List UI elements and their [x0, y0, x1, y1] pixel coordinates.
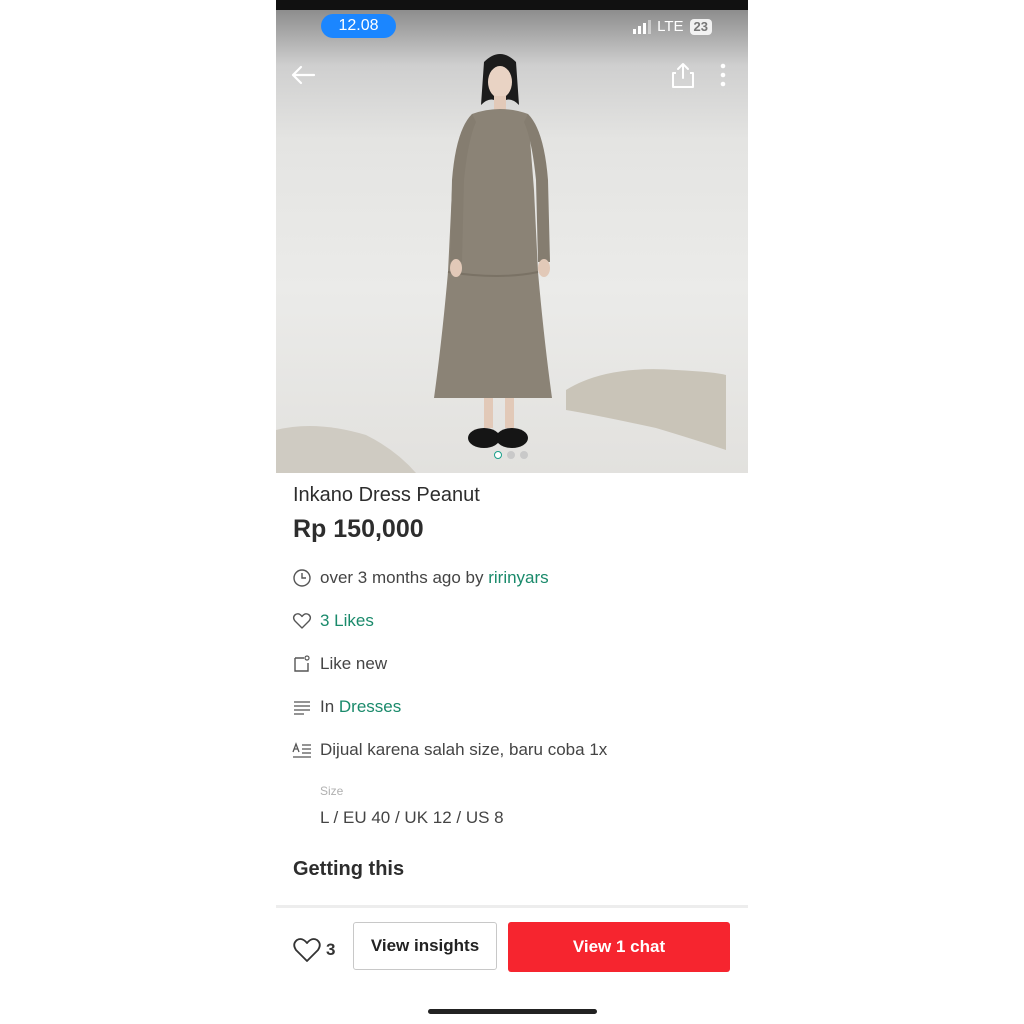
- product-title: Inkano Dress Peanut: [293, 484, 480, 506]
- size-label: Size: [320, 784, 344, 798]
- text-description-icon: [292, 740, 312, 760]
- product-screen: 12.08 LTE 23 Inkano Dress Peanut Rp 150,…: [276, 0, 748, 1024]
- description-info: Dijual karena salah size, baru coba 1x: [292, 740, 607, 760]
- condition-info: Like new: [292, 654, 387, 674]
- back-button[interactable]: [288, 60, 318, 90]
- status-indicators: LTE 23: [633, 18, 712, 35]
- description-text: Dijual karena salah size, baru coba 1x: [320, 740, 608, 759]
- like-count: 3: [326, 940, 336, 959]
- share-button[interactable]: [668, 60, 698, 90]
- product-image-gallery[interactable]: 12.08 LTE 23: [276, 10, 748, 473]
- product-price: Rp 150,000: [293, 515, 424, 543]
- category-info: In Dresses: [292, 697, 401, 717]
- arrow-left-icon: [291, 65, 316, 85]
- status-time: 12.08: [321, 14, 396, 38]
- signal-icon: [633, 19, 652, 34]
- list-icon: [292, 697, 312, 717]
- category-link[interactable]: Dresses: [339, 697, 401, 717]
- likes-info[interactable]: 3 Likes: [292, 611, 374, 631]
- share-icon: [672, 63, 694, 88]
- heart-icon: [293, 938, 321, 962]
- more-options-button[interactable]: [708, 60, 738, 90]
- home-indicator[interactable]: [428, 1009, 597, 1014]
- like-button[interactable]: 3: [292, 936, 335, 964]
- more-vertical-icon: [720, 63, 726, 87]
- pagination-dot[interactable]: [507, 451, 515, 459]
- gallery-pagination: [494, 451, 528, 459]
- top-frame: [276, 0, 748, 10]
- heart-icon: [292, 611, 312, 631]
- category-prefix: In: [320, 697, 339, 716]
- posted-text: over 3 months ago by: [320, 568, 489, 587]
- network-label: LTE: [657, 18, 684, 35]
- likes-link[interactable]: 3 Likes: [320, 611, 374, 631]
- size-value: L / EU 40 / UK 12 / US 8: [320, 808, 504, 827]
- getting-this-heading: Getting this: [293, 858, 405, 880]
- seller-link[interactable]: ririnyars: [488, 568, 548, 588]
- pagination-dot[interactable]: [494, 451, 502, 459]
- action-bar: 3 View insights View 1 chat: [276, 908, 748, 988]
- tag-icon: [292, 654, 312, 674]
- battery-icon: 23: [689, 18, 712, 35]
- posted-info: over 3 months ago by ririnyars: [292, 568, 549, 588]
- condition-text: Like new: [320, 654, 388, 673]
- pagination-dot[interactable]: [520, 451, 528, 459]
- clock-icon: [292, 568, 312, 588]
- view-chat-button[interactable]: View 1 chat: [508, 922, 730, 972]
- view-insights-button[interactable]: View insights: [353, 922, 497, 970]
